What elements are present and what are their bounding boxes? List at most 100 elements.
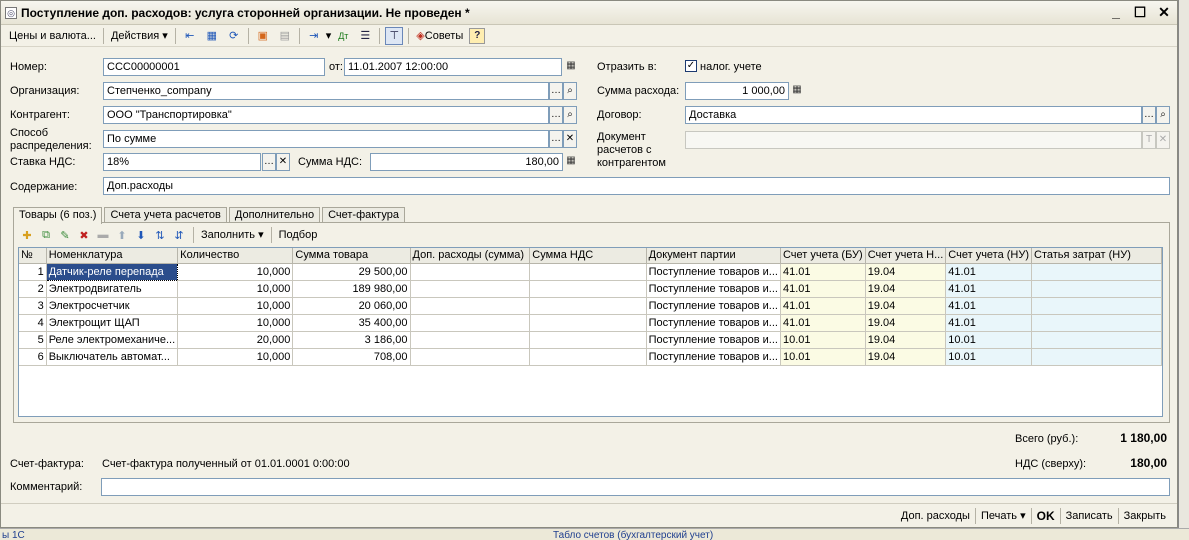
table-cell[interactable]: Поступление товаров и... xyxy=(646,331,781,349)
close-button[interactable]: Закрыть xyxy=(1119,507,1171,525)
column-header[interactable]: Счет учета (БУ) xyxy=(780,248,866,264)
table-cell[interactable] xyxy=(1031,280,1162,298)
help-icon[interactable]: ? xyxy=(469,27,486,44)
sort-descending-icon[interactable]: ⇵ xyxy=(171,227,187,243)
chevron-down-icon[interactable]: ▾ xyxy=(325,27,333,45)
enter-based-on-icon[interactable]: ⇥ xyxy=(305,27,323,45)
table-cell[interactable]: 10.01 xyxy=(780,331,866,349)
table-cell[interactable]: Поступление товаров и... xyxy=(646,314,781,332)
end-edit-icon[interactable]: ▬ xyxy=(95,227,111,243)
table-cell[interactable]: 41.01 xyxy=(780,263,866,281)
select-button[interactable]: … xyxy=(549,130,563,148)
table-cell[interactable] xyxy=(529,297,647,315)
table-cell[interactable]: 10,000 xyxy=(177,280,294,298)
print-preview-icon[interactable]: ▤ xyxy=(276,27,294,45)
structure-icon[interactable]: ▦ xyxy=(203,27,221,45)
table-cell[interactable]: 19.04 xyxy=(865,263,947,281)
table-cell[interactable]: 41.01 xyxy=(945,297,1033,315)
table-cell[interactable] xyxy=(410,348,531,366)
table-cell[interactable]: 1 xyxy=(19,263,47,281)
table-cell[interactable]: 6 xyxy=(19,348,47,366)
calendar-icon[interactable]: ▦ xyxy=(564,58,578,76)
content-field[interactable]: Доп.расходы xyxy=(103,177,1170,195)
table-cell[interactable]: 708,00 xyxy=(292,348,411,366)
table-cell[interactable] xyxy=(1031,348,1162,366)
table-cell[interactable]: 19.04 xyxy=(865,348,947,366)
table-row[interactable]: 1 Датчик-реле перепада 10,000 29 500,00 … xyxy=(19,262,1162,281)
table-cell[interactable]: Поступление товаров и... xyxy=(646,263,781,281)
copy-document-icon[interactable]: ▣ xyxy=(254,27,272,45)
sort-ascending-icon[interactable]: ⇅ xyxy=(152,227,168,243)
column-header[interactable]: Счет учета Н... xyxy=(865,248,947,264)
column-header[interactable]: Сумма товара xyxy=(292,248,411,264)
tax-mode-icon[interactable]: ⊤ xyxy=(385,26,404,45)
table-cell[interactable] xyxy=(529,280,647,298)
search-icon[interactable]: ⌕ xyxy=(563,106,577,124)
maximize-button[interactable]: ☐ xyxy=(1133,4,1147,21)
table-row[interactable]: 5 Реле электромеханиче... 20,000 3 186,0… xyxy=(19,331,1162,349)
table-cell[interactable]: 19.04 xyxy=(865,331,947,349)
settlement-doc-field[interactable] xyxy=(685,131,1142,149)
table-cell[interactable] xyxy=(529,348,647,366)
table-cell[interactable]: 2 xyxy=(19,280,47,298)
post-document-icon[interactable]: ⇤ xyxy=(181,27,199,45)
delete-row-icon[interactable]: ✖ xyxy=(76,227,92,243)
table-row[interactable]: 2 Электродвигатель 10,000 189 980,00 Пос… xyxy=(19,280,1162,298)
move-down-icon[interactable]: ⬇ xyxy=(133,227,149,243)
table-cell[interactable]: Поступление товаров и... xyxy=(646,280,781,298)
actions-menu-button[interactable]: Действия ▾ xyxy=(107,27,172,45)
table-cell[interactable] xyxy=(1031,263,1162,281)
table-cell[interactable] xyxy=(410,263,531,281)
column-header[interactable]: Статья затрат (НУ) xyxy=(1031,248,1162,264)
fill-menu-button[interactable]: Заполнить ▾ xyxy=(197,226,268,244)
goods-table[interactable]: № Номенклатура Количество Сумма товара Д… xyxy=(18,247,1163,417)
table-cell[interactable]: Выключатель автомат... xyxy=(46,348,179,366)
move-up-icon[interactable]: ⬆ xyxy=(114,227,130,243)
selection-button[interactable]: Подбор xyxy=(275,226,322,244)
background-window-tab[interactable]: Табло счетов (бухгалтерский учет) xyxy=(553,529,713,540)
invoice-link[interactable]: Счет-фактура полученный от 01.01.0001 0:… xyxy=(102,458,350,471)
table-row[interactable]: 6 Выключатель автомат... 10,000 708,00 П… xyxy=(19,348,1162,366)
dt-kt-icon[interactable]: Дт xyxy=(334,27,352,45)
table-cell[interactable]: 3 xyxy=(19,297,47,315)
table-cell[interactable]: 19.04 xyxy=(865,280,947,298)
number-field[interactable]: ССС00000001 xyxy=(103,58,325,76)
column-header[interactable]: Доп. расходы (сумма) xyxy=(410,248,531,264)
title-bar[interactable]: ◎ Поступление доп. расходов: услуга стор… xyxy=(1,1,1177,25)
tab-settlement-accounts[interactable]: Счета учета расчетов xyxy=(104,207,227,223)
table-cell[interactable]: 20 060,00 xyxy=(292,297,411,315)
close-window-button[interactable]: ✕ xyxy=(1157,4,1171,21)
table-cell[interactable]: 41.01 xyxy=(780,297,866,315)
table-cell[interactable] xyxy=(529,331,647,349)
table-cell[interactable]: 4 xyxy=(19,314,47,332)
table-cell[interactable]: 41.01 xyxy=(780,314,866,332)
table-cell[interactable]: 41.01 xyxy=(945,280,1033,298)
table-cell[interactable]: 10,000 xyxy=(177,314,294,332)
column-header[interactable]: Документ партии xyxy=(646,248,781,264)
distribution-field[interactable]: По сумме xyxy=(103,130,549,148)
report-icon[interactable]: ☰ xyxy=(356,27,374,45)
edit-row-icon[interactable]: ✎ xyxy=(57,227,73,243)
contractor-field[interactable]: ООО "Транспортировка" xyxy=(103,106,549,124)
copy-row-icon[interactable]: ⧉ xyxy=(38,227,54,243)
type-select-icon[interactable]: T xyxy=(1142,131,1156,149)
table-cell[interactable]: 10.01 xyxy=(780,348,866,366)
column-header[interactable]: Сумма НДС xyxy=(529,248,647,264)
comment-field[interactable] xyxy=(101,478,1170,496)
table-cell[interactable]: 41.01 xyxy=(945,263,1033,281)
tab-additional[interactable]: Дополнительно xyxy=(228,207,321,223)
table-cell[interactable] xyxy=(529,263,647,281)
minimize-button[interactable]: _ xyxy=(1109,4,1123,21)
clear-icon[interactable]: ✕ xyxy=(276,153,290,171)
table-cell[interactable]: 10,000 xyxy=(177,297,294,315)
add-row-icon[interactable]: ✚ xyxy=(19,227,35,243)
table-cell[interactable]: Реле электромеханиче... xyxy=(46,331,179,349)
select-button[interactable]: … xyxy=(549,106,563,124)
table-cell[interactable]: 3 186,00 xyxy=(292,331,411,349)
table-cell[interactable] xyxy=(1031,297,1162,315)
tax-accounting-checkbox[interactable]: ✓ xyxy=(685,60,697,72)
table-cell[interactable]: 41.01 xyxy=(780,280,866,298)
table-cell[interactable]: Поступление товаров и... xyxy=(646,297,781,315)
select-button[interactable]: … xyxy=(262,153,276,171)
table-cell[interactable] xyxy=(410,314,531,332)
